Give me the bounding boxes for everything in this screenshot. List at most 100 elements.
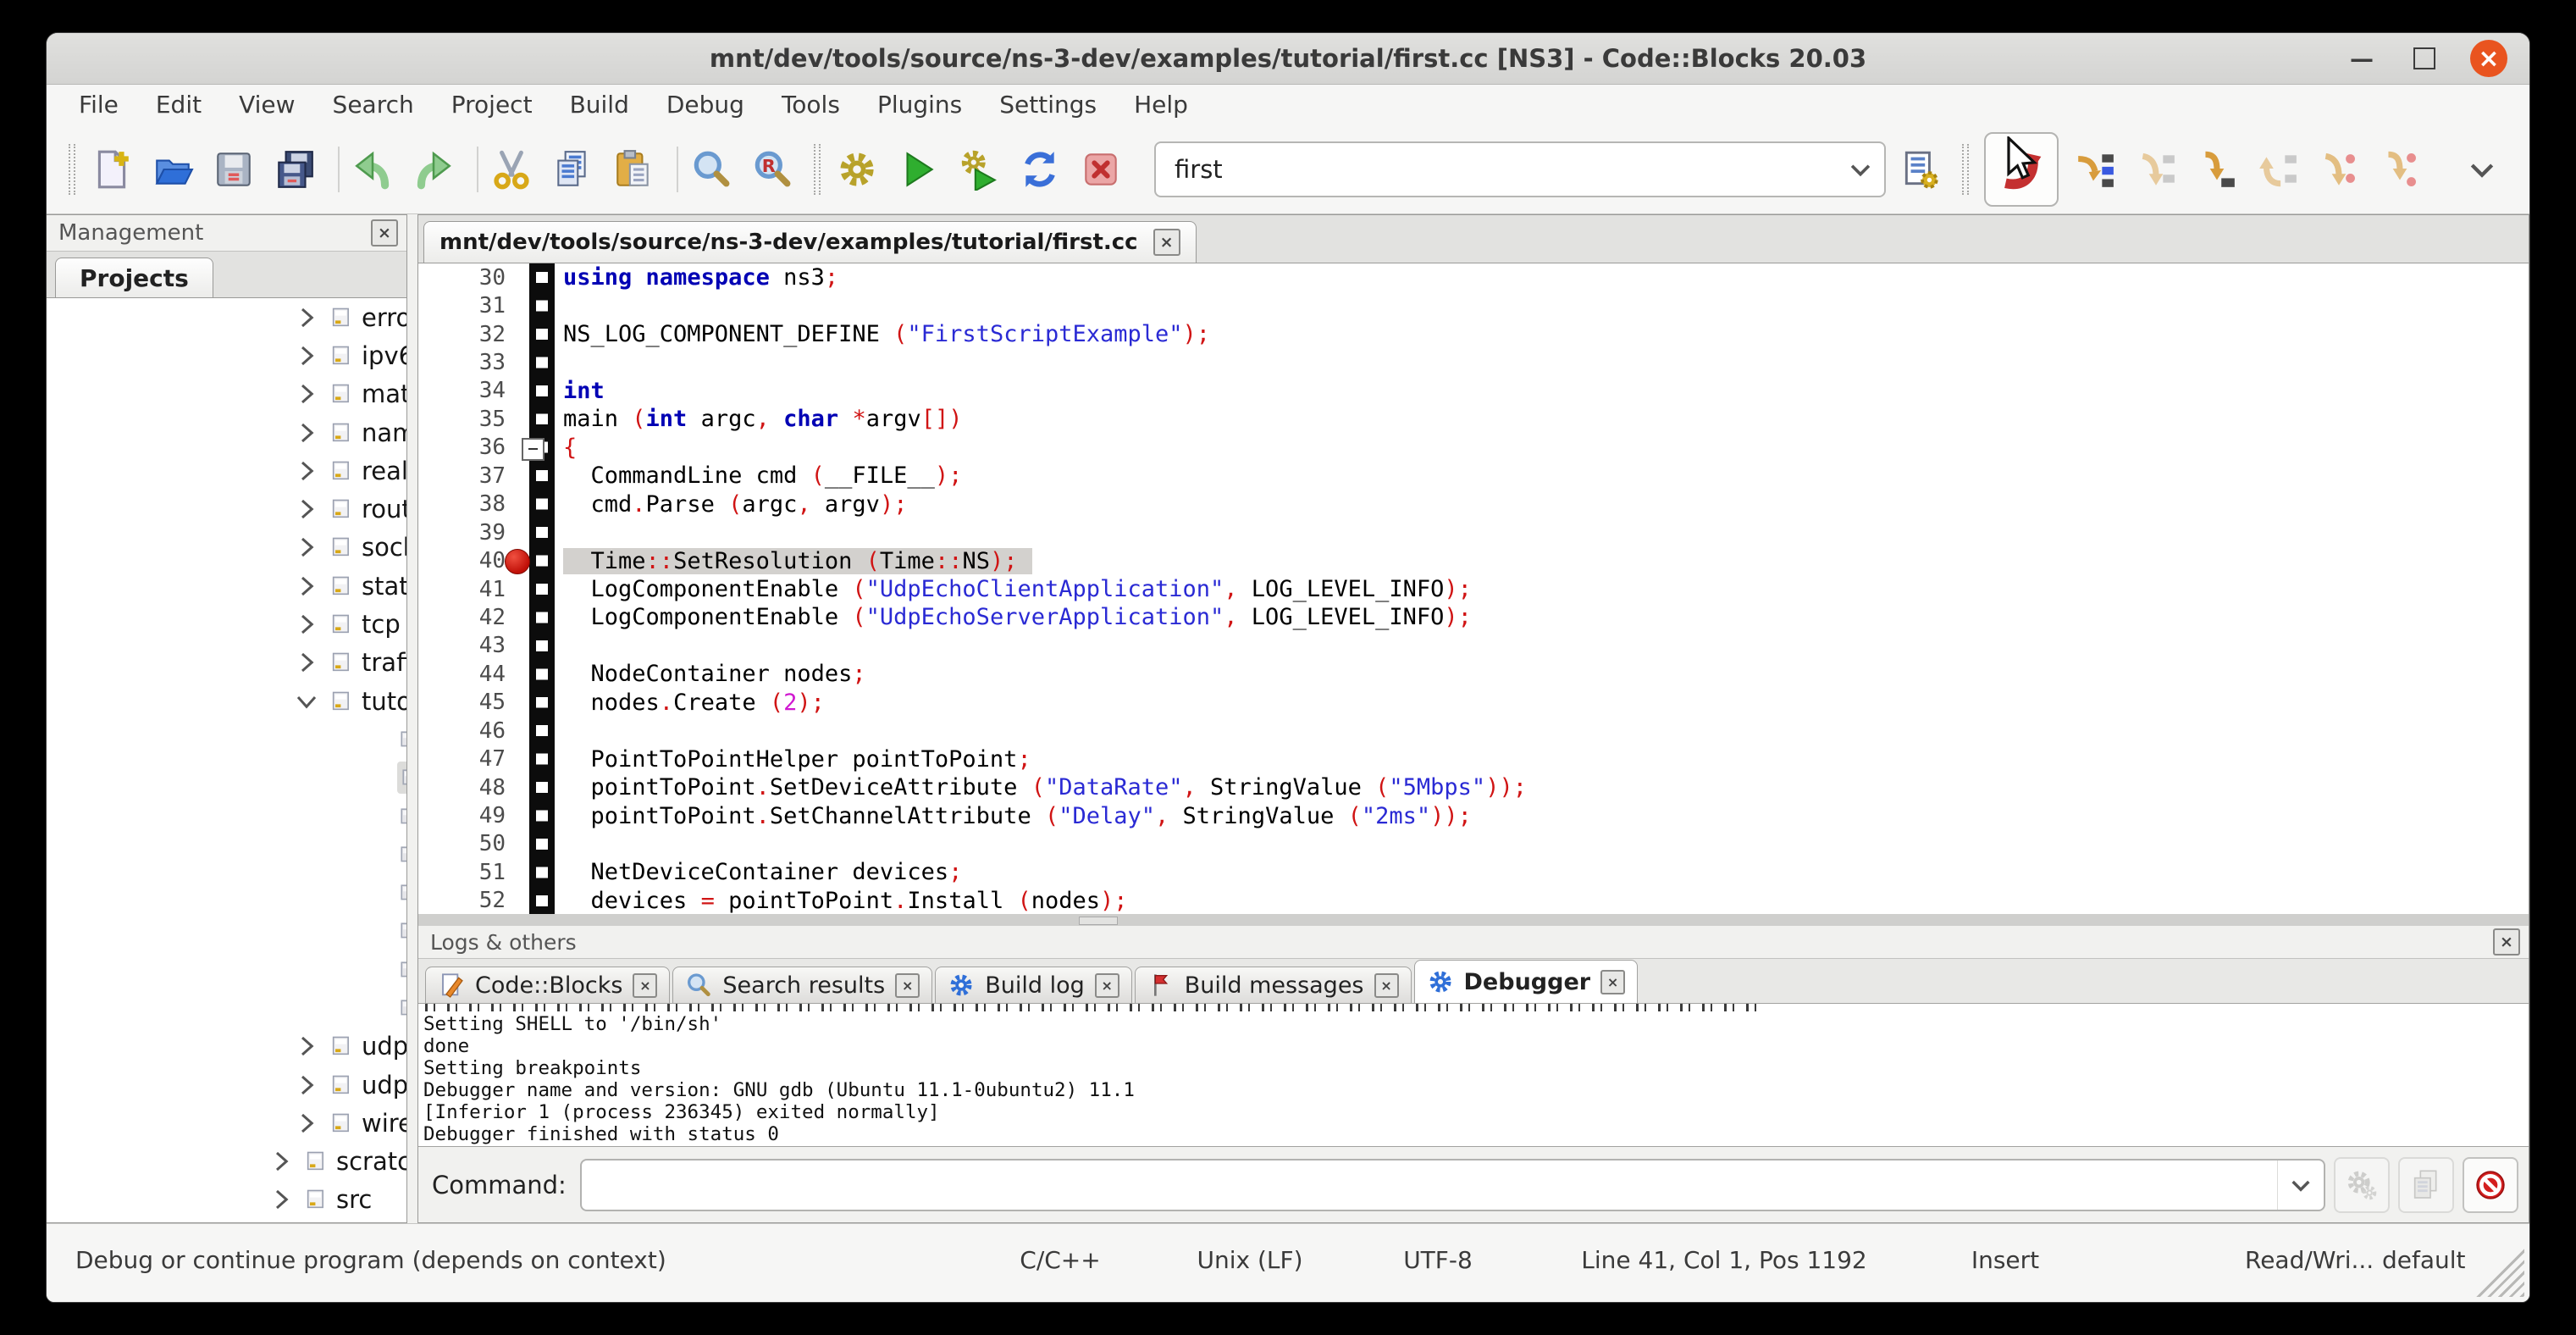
close-logs-icon[interactable]: × [2493, 928, 2520, 956]
menu-help[interactable]: Help [1115, 91, 1207, 119]
chevron-right-icon[interactable] [294, 573, 319, 599]
line-number[interactable]: 39 [418, 520, 506, 546]
paste-button[interactable] [612, 148, 655, 191]
chevron-right-icon[interactable] [294, 343, 319, 368]
menu-plugins[interactable]: Plugins [859, 91, 981, 119]
menu-edit[interactable]: Edit [137, 91, 220, 119]
line-number[interactable]: 30 [418, 265, 506, 291]
code-line-49[interactable]: 49 pointToPoint.SetChannelAttribute ("De… [418, 801, 2529, 829]
code-line-51[interactable]: 51 NetDeviceContainer devices; [418, 858, 2529, 886]
chevron-right-icon[interactable] [294, 496, 319, 522]
line-number[interactable]: 34 [418, 378, 506, 403]
code-line-42[interactable]: 42 LogComponentEnable ("UdpEchoServerApp… [418, 603, 2529, 631]
line-number[interactable]: 46 [418, 718, 506, 744]
log-tab-build-log[interactable]: Build log× [935, 967, 1132, 1003]
chevron-right-icon[interactable] [294, 381, 319, 407]
replace-button[interactable] [751, 148, 793, 191]
tree-item-udp[interactable]: udp [47, 1028, 406, 1066]
save-all-button[interactable] [274, 148, 316, 191]
toolbar-grip[interactable] [69, 144, 75, 195]
find-button[interactable] [690, 148, 732, 191]
tree-item-rout[interactable]: rout [47, 490, 406, 528]
menu-settings[interactable]: Settings [981, 91, 1115, 119]
next-instruction-button[interactable] [2318, 148, 2360, 191]
code-line-45[interactable]: 45 nodes.Create (2); [418, 689, 2529, 717]
close-tab-icon[interactable]: × [1600, 970, 1625, 994]
menu-file[interactable]: File [60, 91, 137, 119]
chevron-right-icon[interactable] [294, 1072, 319, 1098]
vertical-splitter[interactable] [407, 214, 417, 1223]
step-out-button[interactable] [2257, 148, 2299, 191]
step-into-button[interactable] [2196, 148, 2238, 191]
line-number[interactable]: 38 [418, 491, 506, 517]
redo-button[interactable] [412, 148, 455, 191]
tree-item-udp-[interactable]: udp- [47, 1066, 406, 1104]
tree-item-fir[interactable]: fir [47, 759, 406, 797]
command-combo[interactable] [580, 1159, 2325, 1211]
build-button[interactable] [836, 148, 878, 191]
tree-item-ipv6[interactable]: ipv6 [47, 336, 406, 374]
step-into-instruction-button[interactable] [2379, 148, 2421, 191]
menu-tools[interactable]: Tools [763, 91, 859, 119]
toolbar-grip[interactable] [814, 144, 821, 195]
cut-button[interactable] [490, 148, 533, 191]
menu-search[interactable]: Search [314, 91, 433, 119]
menu-build[interactable]: Build [551, 91, 648, 119]
run-to-cursor-button[interactable] [2074, 148, 2116, 191]
chevron-right-icon[interactable] [294, 535, 319, 560]
code-line-30[interactable]: 30using namespace ns3; [418, 263, 2529, 291]
tree-item-tcp[interactable]: tcp [47, 605, 406, 643]
tree-item-scratch[interactable]: scratch [47, 1143, 406, 1181]
resize-grip-icon[interactable] [2475, 1248, 2524, 1297]
copy-button[interactable] [551, 148, 594, 191]
tree-item-mat[interactable]: mat [47, 375, 406, 413]
line-number[interactable]: 47 [418, 746, 506, 772]
minimize-button[interactable]: — [2345, 42, 2379, 75]
menu-project[interactable]: Project [433, 91, 551, 119]
chevron-right-icon[interactable] [294, 420, 319, 446]
code-line-47[interactable]: 47 PointToPointHelper pointToPoint; [418, 745, 2529, 773]
open-file-button[interactable] [152, 148, 194, 191]
editor-tab-first-cc[interactable]: mnt/dev/tools/source/ns-3-dev/examples/t… [423, 221, 1197, 263]
close-editor-tab-icon[interactable]: × [1153, 229, 1180, 256]
log-tab-code-blocks[interactable]: Code::Blocks× [425, 967, 670, 1003]
menu-debug[interactable]: Debug [648, 91, 763, 119]
run-button[interactable] [897, 148, 939, 191]
line-number[interactable]: 35 [418, 407, 506, 432]
tree-item-six[interactable]: six [47, 950, 406, 989]
line-number[interactable]: 48 [418, 775, 506, 800]
code-line-34[interactable]: 34int [418, 377, 2529, 405]
tree-item-fif[interactable]: fif [47, 720, 406, 758]
tree-item-he[interactable]: he [47, 835, 406, 873]
tree-item-sock[interactable]: sock [47, 529, 406, 567]
tab-projects[interactable]: Projects [55, 258, 213, 297]
stop-debugger-button[interactable] [2463, 1157, 2518, 1213]
close-tab-icon[interactable]: × [1095, 973, 1119, 998]
debug-tools-button[interactable] [2334, 1157, 2390, 1213]
log-tab-search-results[interactable]: Search results× [672, 967, 932, 1003]
command-chevron-down-icon[interactable] [2277, 1161, 2324, 1210]
line-number[interactable]: 42 [418, 605, 506, 630]
menu-view[interactable]: View [220, 91, 313, 119]
code-line-41[interactable]: 41 LogComponentEnable ("UdpEchoClientApp… [418, 575, 2529, 603]
chevron-down-icon[interactable] [294, 689, 319, 714]
tree-item-se[interactable]: se [47, 873, 406, 911]
line-number[interactable]: 51 [418, 860, 506, 885]
chevron-right-icon[interactable] [268, 1149, 294, 1174]
chevron-right-icon[interactable] [294, 1033, 319, 1059]
next-line-button[interactable] [2135, 148, 2177, 191]
line-number[interactable]: 45 [418, 690, 506, 715]
tree-item-th[interactable]: th [47, 989, 406, 1027]
line-number[interactable]: 50 [418, 831, 506, 856]
line-number[interactable]: 37 [418, 463, 506, 489]
code-line-48[interactable]: 48 pointToPoint.SetDeviceAttribute ("Dat… [418, 773, 2529, 801]
rebuild-button[interactable] [1019, 148, 1061, 191]
tree-item-wire[interactable]: wire [47, 1104, 406, 1142]
tree-item-real[interactable]: real [47, 451, 406, 490]
line-number[interactable]: 43 [418, 633, 506, 658]
tree-item-se[interactable]: se [47, 912, 406, 950]
combo-chevron-down-icon[interactable] [1837, 155, 1884, 184]
line-number[interactable]: 31 [418, 293, 506, 319]
close-tab-icon[interactable]: × [633, 973, 657, 998]
tree-item-src[interactable]: src [47, 1181, 406, 1219]
